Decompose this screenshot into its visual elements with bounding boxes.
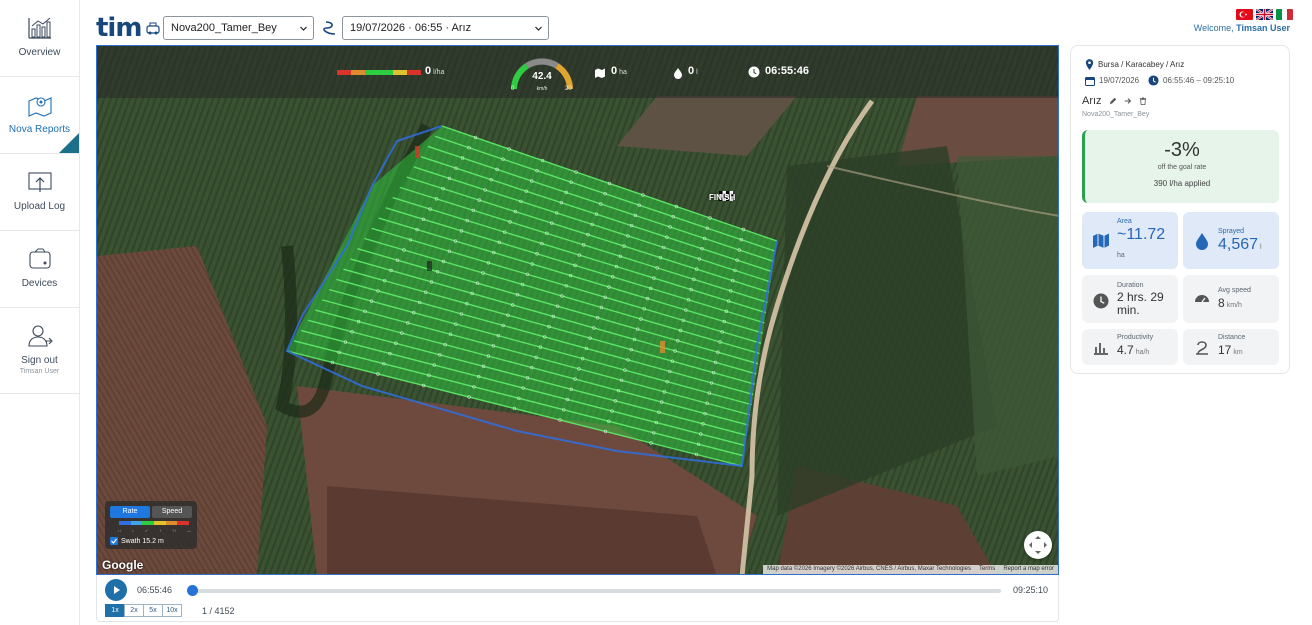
- rate-readout: 0 l/ha: [425, 65, 445, 77]
- sidebar-item-sign-out[interactable]: Sign out Timsan User: [0, 308, 79, 394]
- terms-link[interactable]: Terms: [979, 566, 995, 574]
- satellite-map: [97, 46, 1058, 574]
- route-icon: [323, 21, 336, 35]
- sidebar-item-label: Devices: [21, 278, 58, 289]
- device-select[interactable]: Nova200_Tamer_Bey: [163, 16, 314, 40]
- fullscreen-icon: [1029, 536, 1047, 554]
- gauge-max: 20: [565, 86, 572, 92]
- play-icon: [114, 586, 120, 594]
- duration-stat: Duration 2 hrs. 29 min.: [1082, 275, 1178, 323]
- droplet-icon: [674, 68, 682, 79]
- sidebar-item-label: Overview: [18, 47, 61, 58]
- sidebar-item-label: Sign out: [21, 355, 58, 366]
- session-select[interactable]: 19/07/2026 · 06:55 · Arız: [342, 16, 549, 40]
- report-error-link[interactable]: Report a map error: [1003, 566, 1054, 574]
- flag-uk-icon[interactable]: [1256, 9, 1273, 20]
- distance-stat: Distance 17 km: [1183, 329, 1279, 365]
- device-name: Nova200_Tamer_Bey: [1082, 111, 1150, 118]
- finish-marker[interactable]: FINISH: [709, 193, 735, 202]
- report-summary-panel: Bursa / Karacabey / Arız 19/07/2026 06:5…: [1070, 45, 1290, 374]
- upload-icon: [27, 172, 52, 192]
- playback-start-time: 06:55:46: [137, 585, 173, 595]
- location: Bursa / Karacabey / Arız: [1085, 59, 1184, 70]
- welcome-text: Welcome, Timsan User: [1193, 23, 1290, 33]
- clock-icon: [748, 66, 760, 78]
- playback-scrubber[interactable]: [187, 585, 198, 596]
- speed-2x-button[interactable]: 2x: [124, 604, 144, 617]
- droplet-icon: [1196, 233, 1208, 250]
- area-map-icon: [1093, 233, 1109, 248]
- sidebar: Overview Nova Reports Upload Log Devices: [0, 0, 80, 625]
- edit-icon[interactable]: [1109, 97, 1117, 105]
- legend-ticks: ↓↓ ↓ ✓ ↑ ↑↑ —: [117, 528, 191, 533]
- speed-10x-button[interactable]: 10x: [162, 604, 182, 617]
- frame-counter: 1 / 4152: [202, 606, 235, 616]
- sprayed-stat: Sprayed 4,567 l: [1183, 212, 1279, 269]
- google-logo: Google: [102, 558, 144, 572]
- goal-subtitle: off the goal rate: [1157, 164, 1207, 171]
- playback-end-time: 09:25:10: [1013, 585, 1049, 595]
- chevron-down-icon: [535, 26, 542, 31]
- trash-icon[interactable]: [1139, 97, 1147, 105]
- language-switcher: [1236, 9, 1293, 20]
- top-bar: tim Nova200_Tamer_Bey 19/07/2026 · 06:55…: [96, 9, 1296, 44]
- checkbox-checked-icon[interactable]: [110, 537, 118, 545]
- sidebar-item-label: Upload Log: [13, 201, 66, 212]
- area-stat: Area ~11.72 ha: [1082, 212, 1178, 269]
- user-logout-icon: [27, 325, 53, 347]
- speed-unit: km/h: [536, 86, 548, 92]
- telemetry-hud: 0 l/ha 42.4 km/h 0 20 0 ha 0l 06:55:46: [97, 46, 1058, 98]
- legend-speed-tab[interactable]: Speed: [152, 506, 192, 518]
- map-attribution: Map data ©2026 Imagery ©2026 Airbus, CNE…: [763, 565, 1058, 574]
- avg-speed-stat: Avg speed 8 km/h: [1183, 275, 1279, 323]
- applied-rate: 390 l/ha applied: [1153, 179, 1211, 188]
- speed-1x-button[interactable]: 1x: [105, 604, 125, 617]
- sidebar-item-devices[interactable]: Devices: [0, 231, 79, 308]
- brand-logo[interactable]: tim: [96, 14, 142, 42]
- chevron-down-icon: [300, 26, 307, 31]
- clock-icon: [1093, 293, 1109, 309]
- legend-color-scale: [119, 521, 190, 525]
- playback-track[interactable]: [191, 589, 1001, 593]
- rate-color-scale: [337, 70, 421, 75]
- tractor-icon: [146, 22, 160, 35]
- distance-icon: [1196, 341, 1208, 355]
- playback-bar: 06:55:46 09:25:10 1x 2x 5x 10x 1 / 4152: [96, 575, 1059, 622]
- clock-icon: [1148, 75, 1159, 86]
- sidebar-item-overview[interactable]: Overview: [0, 0, 79, 77]
- legend-rate-tab[interactable]: Rate: [110, 506, 150, 518]
- map-legend: Rate Speed ↓↓ ↓ ✓ ↑ ↑↑ — Swath 15.2 m: [105, 501, 197, 549]
- calendar-icon: [1085, 76, 1095, 86]
- speedometer-icon: [1195, 295, 1209, 303]
- gauge-min: 0: [511, 86, 515, 92]
- speed-5x-button[interactable]: 5x: [143, 604, 163, 617]
- device-icon: [28, 248, 51, 269]
- sidebar-item-upload-log[interactable]: Upload Log: [0, 154, 79, 231]
- bar-chart-icon: [27, 17, 51, 39]
- active-indicator: [59, 133, 79, 153]
- goal-rate-card: -3% off the goal rate 390 l/ha applied: [1082, 130, 1279, 203]
- time-readout: 06:55:46: [765, 65, 810, 77]
- swath-toggle[interactable]: Swath 15.2 m: [110, 537, 164, 545]
- area-map-icon: [595, 68, 605, 78]
- share-icon[interactable]: [1124, 97, 1132, 105]
- fullscreen-button[interactable]: [1024, 531, 1052, 559]
- area-readout: 0 ha: [611, 65, 627, 77]
- flag-turkey-icon[interactable]: [1236, 9, 1253, 20]
- flag-italy-icon[interactable]: [1276, 9, 1293, 20]
- productivity-stat: Productivity 4.7 ha/h: [1082, 329, 1178, 365]
- map-view[interactable]: 0 l/ha 42.4 km/h 0 20 0 ha 0l 06:55:46 F…: [96, 45, 1059, 575]
- sidebar-item-nova-reports[interactable]: Nova Reports: [0, 77, 79, 154]
- volume-readout: 0l: [688, 65, 698, 77]
- field-name: Arız: [1082, 95, 1147, 107]
- signed-in-user: Timsan User: [19, 368, 60, 375]
- playback-speed-group: 1x 2x 5x 10x: [105, 604, 182, 617]
- map-pin-icon: [27, 97, 52, 117]
- speed-value: 42.4: [532, 71, 552, 82]
- productivity-icon: [1094, 343, 1108, 355]
- goal-percentage: -3%: [1164, 139, 1200, 161]
- date-time: 19/07/2026 06:55:46 – 09:25:10: [1085, 75, 1234, 86]
- play-button[interactable]: [105, 579, 127, 601]
- location-pin-icon: [1085, 59, 1094, 70]
